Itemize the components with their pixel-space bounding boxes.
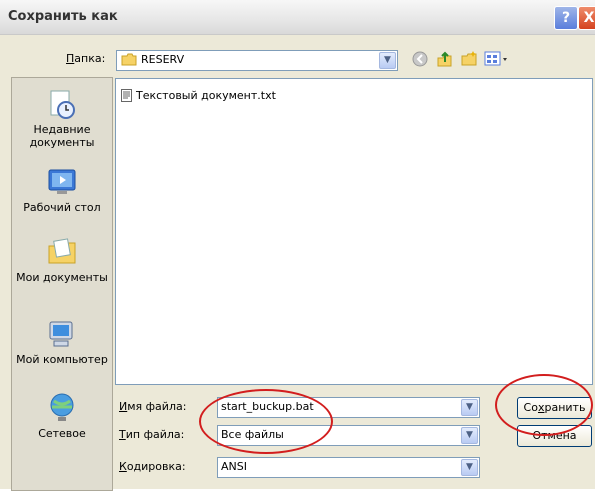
folder-select[interactable]: RESERV ▼ <box>116 50 398 71</box>
my-computer-icon <box>46 318 78 350</box>
place-desktop[interactable]: Рабочий стол <box>12 166 112 214</box>
file-name: Текстовый документ.txt <box>136 89 276 102</box>
place-label: Мой компьютер <box>16 353 108 366</box>
filetype-label: Тип файла: <box>119 428 185 441</box>
text-file-icon <box>121 89 132 102</box>
desktop-icon <box>46 166 78 198</box>
network-icon <box>46 392 78 424</box>
chevron-down-icon[interactable]: ▼ <box>461 399 478 416</box>
window-title: Сохранить как <box>8 9 118 24</box>
folder-value: RESERV <box>141 53 185 66</box>
encoding-select[interactable]: ANSI ▼ <box>217 457 480 478</box>
chevron-down-icon[interactable]: ▼ <box>461 427 478 444</box>
place-label: Недавние документы <box>29 123 95 149</box>
folder-label: Папка: <box>66 52 106 65</box>
place-label: Мои документы <box>16 271 108 284</box>
place-my-documents[interactable]: Мои документы <box>12 236 112 284</box>
places-bar: Недавние документы Рабочий стол Мои доку… <box>11 77 113 491</box>
new-folder-icon[interactable] <box>460 50 478 68</box>
chevron-down-icon[interactable]: ▼ <box>379 52 396 69</box>
close-button[interactable]: X <box>578 6 595 30</box>
chevron-down-icon[interactable]: ▼ <box>461 459 478 476</box>
help-button[interactable]: ? <box>554 6 578 30</box>
encoding-value: ANSI <box>221 460 247 473</box>
back-icon[interactable] <box>411 50 429 68</box>
folder-icon <box>121 53 137 66</box>
filename-label: Имя файла: <box>119 400 187 413</box>
annotation-ellipse <box>199 389 333 454</box>
place-label: Сетевое <box>38 427 86 440</box>
recent-documents-icon <box>46 88 78 120</box>
annotation-ellipse <box>495 374 593 436</box>
place-recent-documents[interactable]: Недавние документы <box>12 88 112 149</box>
place-network[interactable]: Сетевое <box>12 392 112 440</box>
place-my-computer[interactable]: Мой компьютер <box>12 318 112 366</box>
place-label: Рабочий стол <box>23 201 101 214</box>
file-list[interactable]: Текстовый документ.txt <box>115 78 593 385</box>
encoding-label: Кодировка: <box>119 460 186 473</box>
my-documents-icon <box>46 236 78 268</box>
view-menu-icon[interactable] <box>484 50 510 68</box>
up-folder-icon[interactable] <box>436 50 454 68</box>
